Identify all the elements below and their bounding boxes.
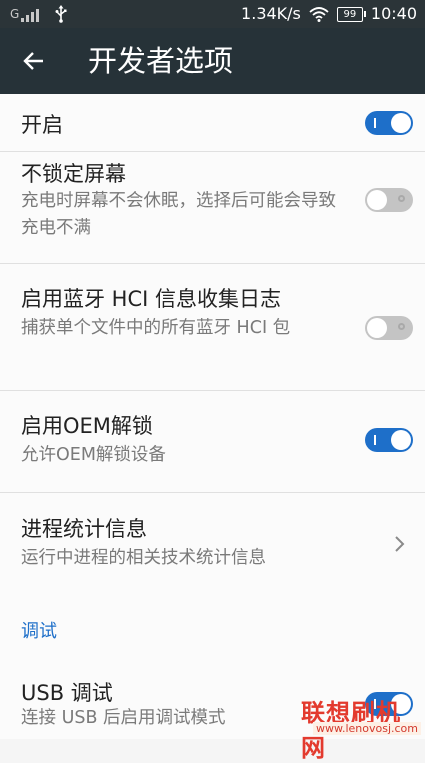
chevron-right-icon — [389, 534, 409, 554]
setting-title: 开启 — [21, 113, 63, 137]
setting-summary: 捕获单个文件中的所有蓝牙 HCI 包 — [21, 318, 291, 338]
arrow-back-icon — [23, 52, 45, 70]
page-title: 开发者选项 — [88, 44, 234, 78]
setting-title: 启用蓝牙 HCI 信息收集日志 — [21, 287, 281, 311]
toggle-switch-on[interactable] — [365, 111, 413, 135]
section-header-debug: 调试 — [21, 621, 57, 642]
setting-bluetooth-hci-log[interactable]: 启用蓝牙 HCI 信息收集日志 捕获单个文件中的所有蓝牙 HCI 包 — [0, 264, 425, 390]
toggle-switch-on[interactable] — [365, 428, 413, 452]
setting-title: 不锁定屏幕 — [21, 162, 126, 186]
carrier-label: G — [10, 7, 20, 21]
battery-level: 99 — [343, 8, 357, 20]
clock: 10:40 — [370, 4, 417, 23]
setting-summary: 允许OEM解锁设备 — [21, 445, 166, 465]
settings-list: 开启 不锁定屏幕 充电时屏幕不会休眠，选择后可能会导致充电不满 启用蓝牙 HCI… — [0, 94, 425, 739]
back-button[interactable] — [14, 41, 54, 81]
battery-icon: 99 — [336, 6, 366, 22]
status-bar-left: G — [10, 4, 68, 24]
setting-title: 进程统计信息 — [21, 517, 147, 541]
app-bar: 开发者选项 — [0, 28, 425, 94]
usb-icon — [54, 5, 68, 23]
setting-summary: 运行中进程的相关技术统计信息 — [21, 548, 266, 568]
setting-usb-debugging[interactable]: USB 调试 连接 USB 后启用调试模式 — [0, 664, 425, 739]
setting-oem-unlock[interactable]: 启用OEM解锁 允许OEM解锁设备 — [0, 391, 425, 492]
setting-process-stats[interactable]: 进程统计信息 运行中进程的相关技术统计信息 — [0, 493, 425, 593]
setting-developer-options-toggle[interactable]: 开启 — [0, 94, 425, 151]
setting-summary: 充电时屏幕不会休眠，选择后可能会导致充电不满 — [21, 191, 336, 238]
setting-stay-awake[interactable]: 不锁定屏幕 充电时屏幕不会休眠，选择后可能会导致充电不满 — [0, 152, 425, 263]
toggle-switch-on[interactable] — [365, 692, 413, 716]
wifi-icon — [309, 6, 329, 22]
toggle-switch-off[interactable] — [365, 316, 413, 340]
network-speed: 1.34K/s — [241, 4, 301, 23]
signal-icon: G — [10, 5, 44, 23]
setting-summary: 连接 USB 后启用调试模式 — [21, 708, 226, 728]
status-bar-right: 1.34K/s 99 10:40 — [241, 4, 417, 24]
status-bar: G 1.34K/s 99 10:40 — [0, 0, 425, 28]
setting-title: 启用OEM解锁 — [21, 414, 153, 438]
toggle-switch-off[interactable] — [365, 188, 413, 212]
setting-title: USB 调试 — [21, 681, 113, 705]
